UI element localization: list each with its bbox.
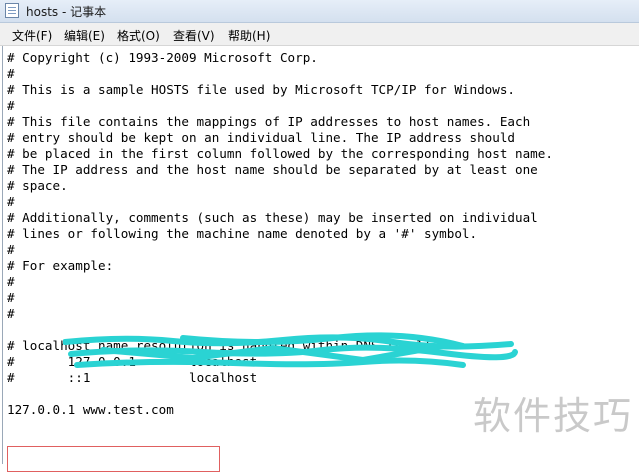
text-line[interactable]: # lines or following the machine name de… [7,226,553,242]
text-line[interactable]: # [7,290,553,306]
text-line[interactable]: # [7,66,553,82]
text-line[interactable]: # be placed in the first column followed… [7,146,553,162]
text-line[interactable]: # [7,242,553,258]
text-line[interactable]: # For example: [7,258,553,274]
highlight-box [7,446,220,472]
text-line[interactable]: # [7,98,553,114]
notepad-icon [5,3,19,18]
menu-format[interactable]: 格式(O) [117,27,160,44]
text-line[interactable]: # This is a sample HOSTS file used by Mi… [7,82,553,98]
redaction-scribble [63,332,518,368]
text-line[interactable]: # Additionally, comments (such as these)… [7,210,553,226]
menu-edit[interactable]: 编辑(E) [64,27,105,44]
text-line[interactable]: # space. [7,178,553,194]
text-line[interactable]: # [7,306,553,322]
text-line[interactable]: 127.0.0.1 www.test.com [7,402,553,418]
window-title: hosts - 记事本 [26,5,107,19]
menu-file[interactable]: 文件(F) [12,27,52,44]
text-line[interactable]: # entry should be kept on an individual … [7,130,553,146]
menu-view[interactable]: 查看(V) [173,27,215,44]
text-line[interactable] [7,386,553,402]
watermark: 软件技巧 [472,394,633,438]
text-line[interactable]: # [7,194,553,210]
text-line[interactable]: # Copyright (c) 1993-2009 Microsoft Corp… [7,50,553,66]
text-line[interactable]: # [7,274,553,290]
text-line[interactable]: # This file contains the mappings of IP … [7,114,553,130]
title-bar: hosts - 记事本 [0,0,639,23]
text-line[interactable]: # The IP address and the host name shoul… [7,162,553,178]
menu-help[interactable]: 帮助(H) [228,27,270,44]
menu-bar: 文件(F) 编辑(E) 格式(O) 查看(V) 帮助(H) [0,23,639,46]
text-editor[interactable]: # Copyright (c) 1993-2009 Microsoft Corp… [2,46,639,472]
